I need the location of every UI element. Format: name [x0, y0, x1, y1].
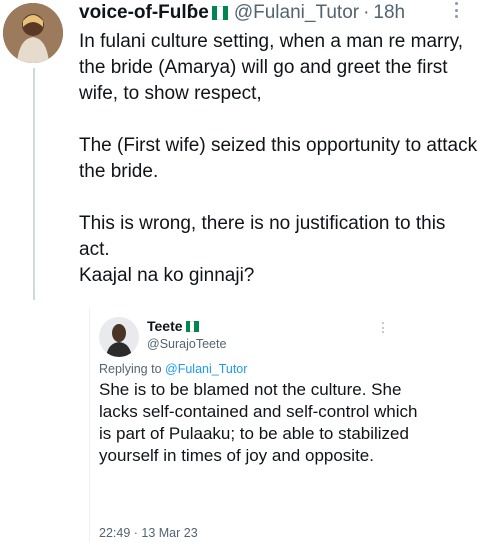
tweet-paragraph: In fulani culture setting, when a man re… [79, 31, 464, 104]
thread-line [33, 68, 35, 300]
tweet-paragraph: This is wrong, there is no justification… [79, 213, 446, 260]
avatar[interactable] [3, 3, 63, 63]
nigeria-flag-icon [185, 320, 199, 332]
separator: · [363, 2, 370, 23]
quoted-avatar[interactable] [99, 317, 139, 357]
quoted-avatar-image [99, 317, 139, 357]
user-handle[interactable]: @Fulani_Tutor [234, 2, 359, 24]
quoted-handle[interactable]: @SurajoTeete [147, 337, 226, 351]
quoted-text: She is to be blamed not the culture. She… [99, 380, 418, 465]
avatar-image [3, 3, 63, 63]
display-name[interactable]: voice-of-Fulɓe [79, 2, 209, 24]
more-vertical-icon[interactable] [455, 2, 459, 18]
quoted-display-name-row: Teete [147, 318, 199, 334]
replying-label: Replying to [99, 362, 166, 376]
tweet-time[interactable]: 18h [373, 2, 405, 24]
quoted-more-icon[interactable] [382, 322, 385, 333]
quoted-timestamp[interactable]: 22:49 · 13 Mar 23 [99, 526, 198, 540]
nigeria-flag-icon [211, 6, 228, 20]
tweet-paragraph: The (First wife) seized this opportunity… [79, 135, 478, 182]
quoted-tweet[interactable]: Teete @SurajoTeete Replying to @Fulani_T… [89, 308, 443, 542]
tweet-header: voice-of-Fulɓe @Fulani_Tutor · 18h [79, 0, 405, 26]
quoted-display-name[interactable]: Teete [147, 318, 183, 334]
tweet-paragraph: Kaajal na ko ginnaji? [79, 265, 255, 286]
replying-to: Replying to @Fulani_Tutor [99, 362, 247, 376]
tweet-body: In fulani culture setting, when a man re… [79, 29, 479, 289]
replying-mention[interactable]: @Fulani_Tutor [165, 362, 247, 376]
